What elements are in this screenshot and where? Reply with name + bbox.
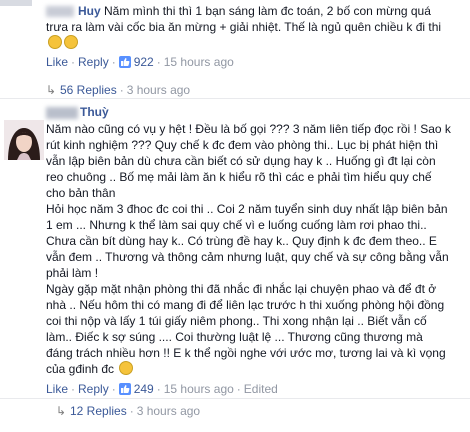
comment-time[interactable]: 15 hours ago: [164, 382, 234, 396]
replies-time: 3 hours ago: [126, 83, 191, 97]
view-replies[interactable]: ↳ 12 Replies · 3 hours ago: [50, 401, 470, 421]
comments-panel: Huy Năm mình thi thì 1 bạn sáng làm đc t…: [0, 0, 470, 432]
reply-link[interactable]: Reply: [78, 382, 109, 396]
like-count[interactable]: 249: [134, 382, 154, 396]
replies-count[interactable]: 56 Replies: [60, 83, 117, 97]
like-link[interactable]: Like: [46, 55, 68, 69]
comment-text: Năm mình thi thì 1 bạn sáng làm đc toán,…: [46, 4, 442, 34]
avatar[interactable]: [4, 120, 44, 160]
thumbs-up-icon: [118, 383, 131, 395]
emoji-icon: [64, 35, 78, 49]
replies-count[interactable]: 12 Replies: [70, 404, 127, 418]
comment-huy: Huy Năm mình thi thì 1 bạn sáng làm đc t…: [0, 0, 465, 70]
comment-text: Năm nào cũng có vụ y hệt ! Đều là bố gọi…: [46, 121, 451, 377]
comment-actions: Like · Reply · 249 · 15 hours ago · Edited: [46, 382, 278, 396]
comment-author[interactable]: Thuỳ: [80, 105, 109, 119]
comment-paragraph: Ngày gặp mặt nhận phòng thi đã nhắc đi n…: [46, 282, 446, 376]
divider: [0, 98, 470, 99]
thumbs-up-icon: [118, 56, 131, 68]
avatar[interactable]: [0, 0, 32, 6]
reply-arrow-icon: ↳: [56, 404, 67, 418]
emoji-icon: [48, 35, 62, 49]
reply-link[interactable]: Reply: [78, 55, 109, 69]
author-surname-redacted: [46, 6, 74, 18]
comment-time[interactable]: 15 hours ago: [164, 55, 234, 69]
divider: [0, 398, 470, 399]
replies-time: 3 hours ago: [136, 404, 201, 418]
comment-author[interactable]: Huy: [78, 4, 101, 18]
author-surname-redacted: [46, 106, 78, 119]
comment-actions: Like · Reply · 922 · 15 hours ago: [46, 55, 234, 69]
smile-icon: [119, 361, 134, 375]
like-link[interactable]: Like: [46, 382, 68, 396]
edited-label[interactable]: Edited: [244, 382, 278, 396]
comment-paragraph: Hỏi học năm 3 đhoc đc coi thi .. Coi 2 n…: [46, 202, 449, 280]
comment-paragraph: Năm nào cũng có vụ y hệt ! Đều là bố gọi…: [46, 122, 451, 200]
like-count[interactable]: 922: [134, 55, 154, 69]
